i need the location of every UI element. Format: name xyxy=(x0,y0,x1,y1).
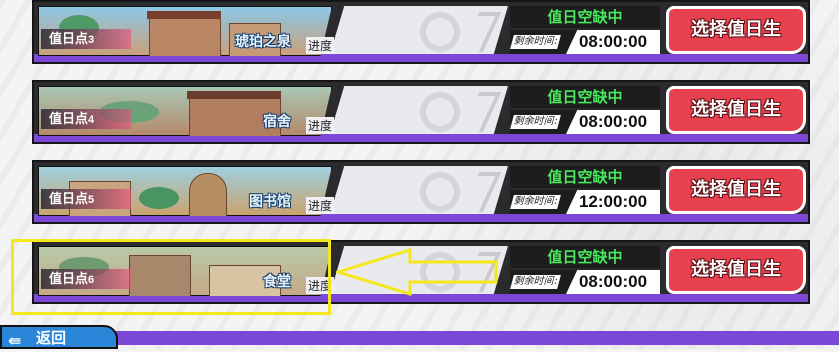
duty-status: 值日空缺中 剩余时间: 08:00:00 xyxy=(510,86,660,134)
place-name: 琥珀之泉 xyxy=(235,34,291,50)
status-text: 值日空缺中 xyxy=(510,6,660,28)
progress-emblem-icon xyxy=(420,172,460,212)
duty-point-label: 值日点5 xyxy=(41,189,131,209)
location-thumbnail: 值日点4 宿舍 xyxy=(38,86,332,136)
location-thumbnail: 值日点5 图书馆 xyxy=(38,166,332,216)
progress-label: 进度 xyxy=(306,117,335,134)
progress-area xyxy=(330,166,508,214)
duty-row-5: 值日点5 图书馆 进度 值日空缺中 剩余时间: 12:00:00 选择值日生 xyxy=(32,160,810,224)
duty-row-4: 值日点4 宿舍 进度 值日空缺中 剩余时间: 08:00:00 选择值日生 xyxy=(32,80,810,144)
status-text: 值日空缺中 xyxy=(510,246,660,268)
progress-area xyxy=(330,6,508,54)
duty-point-label: 值日点4 xyxy=(41,109,131,129)
choose-duty-student-button[interactable]: 选择值日生 xyxy=(666,6,806,54)
status-text: 值日空缺中 xyxy=(510,86,660,108)
place-name: 图书馆 xyxy=(249,194,291,210)
back-label: 返回 xyxy=(36,329,67,347)
choose-duty-student-button[interactable]: 选择值日生 xyxy=(666,86,806,134)
progress-label: 进度 xyxy=(306,197,335,214)
duty-status: 值日空缺中 剩余时间: 12:00:00 xyxy=(510,166,660,214)
chevron-right-icon xyxy=(460,12,502,52)
remaining-time-value: 08:00:00 xyxy=(566,110,660,134)
remaining-time-box: 剩余时间: 08:00:00 xyxy=(510,30,660,54)
back-button[interactable]: ⇚ 返回 xyxy=(0,325,118,350)
remaining-time-box: 剩余时间: 12:00:00 xyxy=(510,190,660,214)
remaining-time-value: 08:00:00 xyxy=(566,270,660,294)
duty-status: 值日空缺中 剩余时间: 08:00:00 xyxy=(510,6,660,54)
location-thumbnail: 值日点3 琥珀之泉 xyxy=(38,6,332,56)
remaining-time-label: 剩余时间: xyxy=(510,195,562,209)
progress-emblem-icon xyxy=(420,12,460,52)
remaining-time-value: 12:00:00 xyxy=(566,190,660,214)
remaining-time-value: 08:00:00 xyxy=(566,30,660,54)
remaining-time-label: 剩余时间: xyxy=(510,35,562,49)
progress-emblem-icon xyxy=(420,92,460,132)
remaining-time-box: 剩余时间: 08:00:00 xyxy=(510,110,660,134)
progress-area xyxy=(330,86,508,134)
progress-label: 进度 xyxy=(306,37,335,54)
remaining-time-label: 剩余时间: xyxy=(510,115,562,129)
status-text: 值日空缺中 xyxy=(510,166,660,188)
chevron-right-icon xyxy=(460,92,502,132)
remaining-time-label: 剩余时间: xyxy=(510,275,562,289)
bottom-accent-line xyxy=(110,331,839,345)
remaining-time-box: 剩余时间: 08:00:00 xyxy=(510,270,660,294)
tutorial-arrow-left-icon xyxy=(336,248,498,296)
duty-row-3: 值日点3 琥珀之泉 进度 值日空缺中 剩余时间: 08:00:00 选择值日生 xyxy=(32,0,810,64)
place-name: 宿舍 xyxy=(263,114,291,130)
duty-status: 值日空缺中 剩余时间: 08:00:00 xyxy=(510,246,660,294)
duty-point-label: 值日点3 xyxy=(41,29,131,49)
choose-duty-student-button[interactable]: 选择值日生 xyxy=(666,246,806,294)
tutorial-highlight-frame xyxy=(11,239,331,315)
choose-duty-student-button[interactable]: 选择值日生 xyxy=(666,166,806,214)
bottom-bar: ⇚ 返回 xyxy=(0,325,839,350)
chevron-right-icon xyxy=(460,172,502,212)
